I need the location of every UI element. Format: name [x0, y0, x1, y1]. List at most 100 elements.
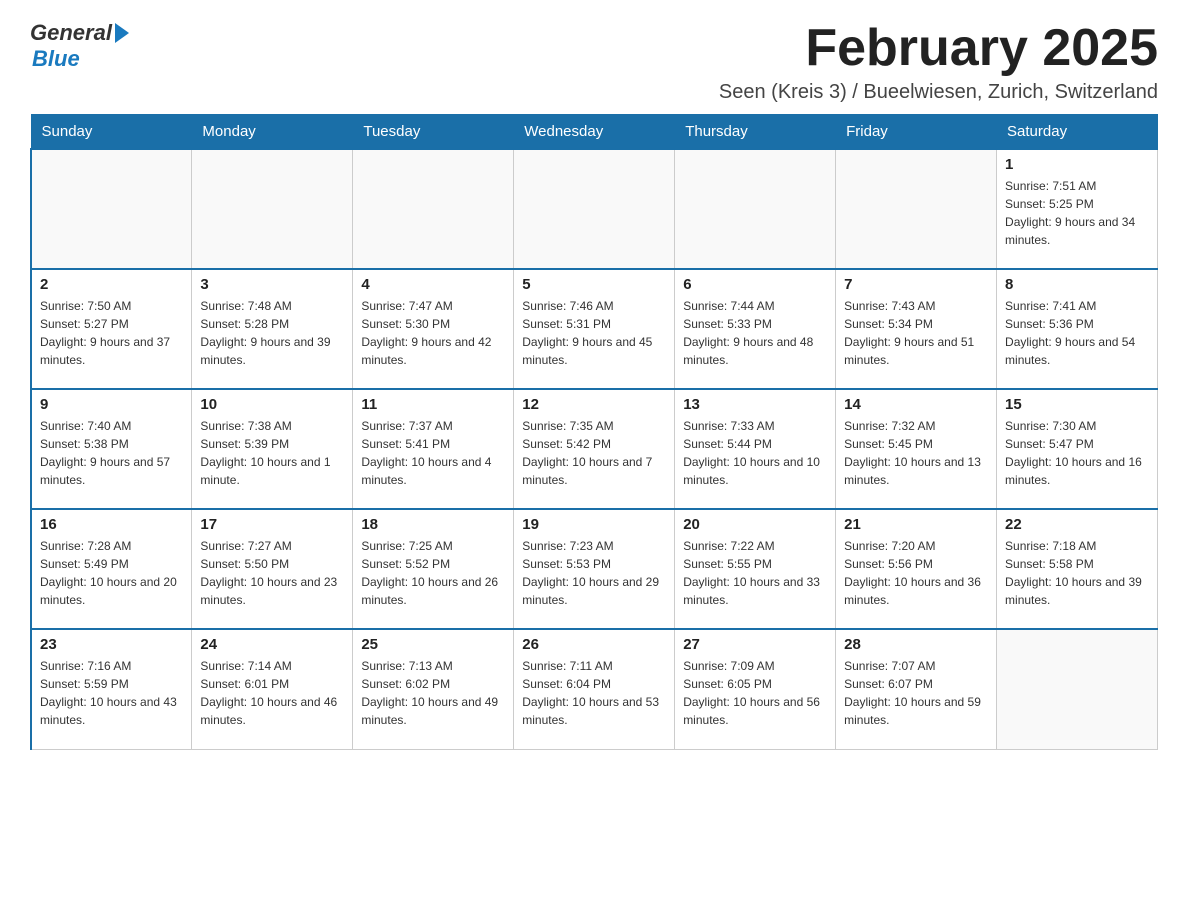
day-number: 11 — [361, 396, 505, 413]
day-info: Sunrise: 7:27 AM — [200, 537, 344, 555]
day-info: Sunset: 5:36 PM — [1005, 315, 1149, 333]
day-info: Sunrise: 7:35 AM — [522, 417, 666, 435]
day-info: Sunrise: 7:13 AM — [361, 657, 505, 675]
weekday-header-thursday: Thursday — [675, 115, 836, 150]
day-info: Sunset: 5:27 PM — [40, 315, 183, 333]
day-info: Sunrise: 7:43 AM — [844, 297, 988, 315]
day-info: Daylight: 10 hours and 4 minutes. — [361, 453, 505, 489]
day-number: 5 — [522, 276, 666, 293]
calendar-day: 24Sunrise: 7:14 AMSunset: 6:01 PMDayligh… — [192, 629, 353, 749]
month-title: February 2025 — [719, 20, 1158, 77]
day-info: Sunset: 5:53 PM — [522, 555, 666, 573]
day-info: Sunset: 5:34 PM — [844, 315, 988, 333]
day-number: 20 — [683, 516, 827, 533]
day-number: 23 — [40, 636, 183, 653]
calendar-day: 22Sunrise: 7:18 AMSunset: 5:58 PMDayligh… — [997, 509, 1158, 629]
day-info: Daylight: 10 hours and 59 minutes. — [844, 693, 988, 729]
day-info: Daylight: 10 hours and 26 minutes. — [361, 573, 505, 609]
calendar-day: 3Sunrise: 7:48 AMSunset: 5:28 PMDaylight… — [192, 269, 353, 389]
day-info: Sunset: 5:41 PM — [361, 435, 505, 453]
calendar-day: 9Sunrise: 7:40 AMSunset: 5:38 PMDaylight… — [31, 389, 192, 509]
day-info: Sunrise: 7:41 AM — [1005, 297, 1149, 315]
day-number: 25 — [361, 636, 505, 653]
day-info: Sunset: 5:31 PM — [522, 315, 666, 333]
calendar-day: 14Sunrise: 7:32 AMSunset: 5:45 PMDayligh… — [836, 389, 997, 509]
calendar-day — [31, 149, 192, 269]
calendar-day: 4Sunrise: 7:47 AMSunset: 5:30 PMDaylight… — [353, 269, 514, 389]
day-number: 19 — [522, 516, 666, 533]
day-number: 9 — [40, 396, 183, 413]
weekday-header-sunday: Sunday — [31, 115, 192, 150]
day-info: Daylight: 10 hours and 20 minutes. — [40, 573, 183, 609]
day-number: 8 — [1005, 276, 1149, 293]
calendar-week-4: 16Sunrise: 7:28 AMSunset: 5:49 PMDayligh… — [31, 509, 1158, 629]
day-info: Sunrise: 7:40 AM — [40, 417, 183, 435]
calendar-day: 19 Sunrise: 7:23 AMSunset: 5:53 PMDayligh… — [514, 509, 675, 629]
day-info: Sunset: 6:01 PM — [200, 675, 344, 693]
logo: General Blue — [30, 20, 129, 72]
day-info: Sunset: 5:52 PM — [361, 555, 505, 573]
day-info: Sunset: 5:47 PM — [1005, 435, 1149, 453]
day-number: 26 — [522, 636, 666, 653]
day-number: 3 — [200, 276, 344, 293]
day-info: Sunrise: 7:09 AM — [683, 657, 827, 675]
day-info: Daylight: 10 hours and 36 minutes. — [844, 573, 988, 609]
day-info: Sunrise: 7:23 AM — [522, 537, 666, 555]
day-number: 17 — [200, 516, 344, 533]
day-info: Daylight: 9 hours and 42 minutes. — [361, 333, 505, 369]
day-info: Sunset: 5:33 PM — [683, 315, 827, 333]
day-info: Daylight: 10 hours and 39 minutes. — [1005, 573, 1149, 609]
day-info: Sunset: 5:25 PM — [1005, 195, 1149, 213]
day-info: Sunrise: 7:44 AM — [683, 297, 827, 315]
logo-arrow-icon — [115, 23, 129, 43]
day-info: Daylight: 10 hours and 16 minutes. — [1005, 453, 1149, 489]
day-info: Daylight: 9 hours and 39 minutes. — [200, 333, 344, 369]
day-info: Sunset: 5:45 PM — [844, 435, 988, 453]
weekday-header-tuesday: Tuesday — [353, 115, 514, 150]
day-number: 12 — [522, 396, 666, 413]
day-info: Sunset: 6:07 PM — [844, 675, 988, 693]
day-info: Sunrise: 7:33 AM — [683, 417, 827, 435]
day-number: 2 — [40, 276, 183, 293]
calendar-week-3: 9Sunrise: 7:40 AMSunset: 5:38 PMDaylight… — [31, 389, 1158, 509]
day-number: 15 — [1005, 396, 1149, 413]
day-info: Sunrise: 7:37 AM — [361, 417, 505, 435]
day-info: Sunrise: 7:07 AM — [844, 657, 988, 675]
calendar-day: 16 Sunrise: 7:28 AMSunset: 5:49 PMDayligh… — [31, 509, 192, 629]
day-number: 14 — [844, 396, 988, 413]
day-info: Sunset: 5:50 PM — [200, 555, 344, 573]
day-info: Daylight: 9 hours and 34 minutes. — [1005, 213, 1149, 249]
day-info: Daylight: 10 hours and 13 minutes. — [844, 453, 988, 489]
day-info: Sunrise: 7:51 AM — [1005, 177, 1149, 195]
page-header: General Blue February 2025 Seen (Kreis 3… — [30, 20, 1158, 104]
day-info: Sunset: 5:30 PM — [361, 315, 505, 333]
calendar-day: 1Sunrise: 7:51 AMSunset: 5:25 PMDaylight… — [997, 149, 1158, 269]
day-info: Daylight: 10 hours and 29 minutes. — [522, 573, 666, 609]
day-info: Sunrise: 7:16 AM — [40, 657, 183, 675]
weekday-header-row: SundayMondayTuesdayWednesdayThursdayFrid… — [31, 115, 1158, 150]
day-info: Sunrise: 7:28 AM — [40, 537, 183, 555]
day-info: Sunset: 5:49 PM — [40, 555, 183, 573]
calendar-day: 12Sunrise: 7:35 AMSunset: 5:42 PMDayligh… — [514, 389, 675, 509]
day-info: Daylight: 10 hours and 46 minutes. — [200, 693, 344, 729]
day-info: Sunrise: 7:22 AM — [683, 537, 827, 555]
day-info: Daylight: 10 hours and 56 minutes. — [683, 693, 827, 729]
calendar-day: 13Sunrise: 7:33 AMSunset: 5:44 PMDayligh… — [675, 389, 836, 509]
calendar-day — [514, 149, 675, 269]
day-number: 13 — [683, 396, 827, 413]
calendar-day: 17Sunrise: 7:27 AMSunset: 5:50 PMDayligh… — [192, 509, 353, 629]
day-info: Sunset: 5:39 PM — [200, 435, 344, 453]
calendar-day: 6Sunrise: 7:44 AMSunset: 5:33 PMDaylight… — [675, 269, 836, 389]
day-number: 16 — [40, 516, 183, 533]
calendar-day: 15Sunrise: 7:30 AMSunset: 5:47 PMDayligh… — [997, 389, 1158, 509]
day-number: 18 — [361, 516, 505, 533]
day-number: 27 — [683, 636, 827, 653]
calendar-day — [192, 149, 353, 269]
calendar-week-2: 2Sunrise: 7:50 AMSunset: 5:27 PMDaylight… — [31, 269, 1158, 389]
day-info: Sunset: 6:05 PM — [683, 675, 827, 693]
day-info: Sunrise: 7:25 AM — [361, 537, 505, 555]
day-info: Daylight: 10 hours and 7 minutes. — [522, 453, 666, 489]
day-info: Daylight: 9 hours and 48 minutes. — [683, 333, 827, 369]
day-info: Daylight: 10 hours and 43 minutes. — [40, 693, 183, 729]
day-number: 28 — [844, 636, 988, 653]
